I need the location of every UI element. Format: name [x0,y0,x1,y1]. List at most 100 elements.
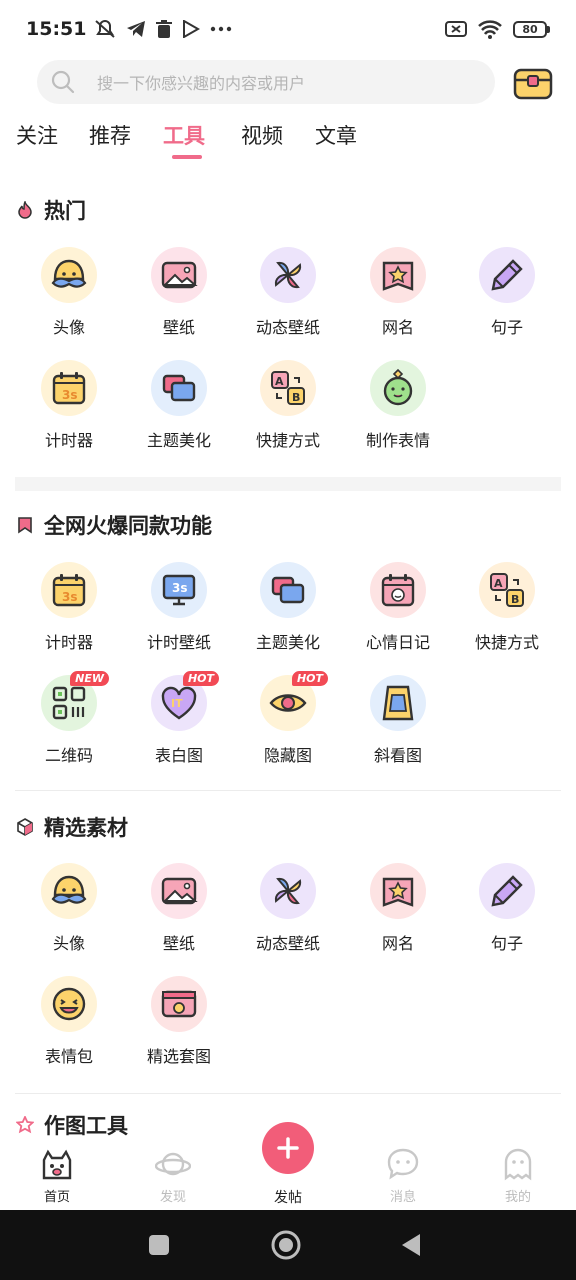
material-item-live-wallpaper[interactable]: 动态壁纸 [233,863,343,954]
tool-item-label: 心情日记 [365,633,430,652]
bookmark-icon [18,517,32,534]
nav-discover[interactable]: 发现 [133,1146,213,1205]
pinwheel-icon [274,877,302,905]
section-materials-title: 精选素材 [44,816,128,840]
material-item-avatar[interactable]: 头像 [14,863,124,954]
section-viral-header: 全网火爆同款功能 [16,510,212,540]
ab-swap-icon: AB [271,371,305,405]
svg-text:3s: 3s [172,581,188,595]
tool-item-love-image[interactable]: IT HOT 表白图 [124,671,234,766]
home-mascot-icon [42,1149,72,1180]
svg-text:IT: IT [171,697,183,710]
mute-icon [95,19,116,38]
hot-badge: HOT [291,671,328,686]
material-item-label: 动态壁纸 [255,934,320,953]
qrcode-icon [52,686,86,720]
tool-item-label: 头像 [52,318,85,337]
tool-item-shortcut[interactable]: AB 快捷方式 [233,360,343,451]
tool-item-label: 表白图 [154,746,203,765]
material-item-label: 头像 [52,934,85,953]
heart-letter-icon: IT [161,686,197,720]
tool-item-theme[interactable]: 主题美化 [233,562,343,653]
section-materials-header: 精选素材 [16,812,128,842]
mood-calendar-icon [381,574,415,607]
tool-item-sentence[interactable]: 句子 [452,247,562,338]
tab-video[interactable]: 视频 [241,120,283,150]
tool-item-label: 句子 [490,318,523,337]
tool-item-label: 主题美化 [146,431,211,450]
tab-recommend[interactable]: 推荐 [89,120,131,150]
search-row: 搜一下你感兴趣的内容或用户 [0,58,576,106]
tool-item-timer[interactable]: 3s 计时器 [14,360,124,451]
section-viral-title: 全网火爆同款功能 [44,514,212,538]
tool-item-timer-wallpaper[interactable]: 3s 计时壁纸 [124,562,234,653]
svg-text:B: B [511,593,519,606]
search-placeholder: 搜一下你感兴趣的内容或用户 [97,74,306,93]
material-item-sentence[interactable]: 句子 [452,863,562,954]
tool-item-wallpaper[interactable]: 壁纸 [124,247,234,338]
material-item-label: 壁纸 [162,934,195,953]
pencil-icon [491,259,523,291]
nav-label: 发现 [159,1190,186,1205]
star-outline-icon [16,1116,34,1134]
tool-item-label: 斜看图 [373,746,422,765]
home-circle-icon[interactable] [270,1229,302,1261]
material-item-sticker[interactable]: 表情包 [14,976,124,1067]
svg-text:A: A [494,577,503,590]
nav-home[interactable]: 首页 [17,1146,97,1205]
section-image-tools-header: 作图工具 [16,1110,128,1140]
post-button[interactable] [262,1122,314,1174]
section-image-tools-title: 作图工具 [44,1114,128,1138]
photo-frame-icon [161,990,197,1018]
cube-icon [17,818,33,836]
star-card-icon [382,261,414,291]
tool-item-timer[interactable]: 3s 计时器 [14,562,124,653]
ab-swap-icon: AB [490,573,524,607]
material-item-nickname[interactable]: 网名 [343,863,453,954]
tab-follow[interactable]: 关注 [16,120,58,150]
tool-item-avatar[interactable]: 头像 [14,247,124,338]
nav-label: 消息 [389,1190,416,1205]
tool-item-mood-diary[interactable]: 心情日记 [343,562,453,653]
section-hot-title: 热门 [44,199,86,223]
tool-item-label: 壁纸 [162,318,195,337]
picture-icon [161,261,198,289]
section-hot: 热门 头像 壁纸 动态壁纸 网名 句子 3s 计时器 主题美化 AB 快捷方式 … [0,190,576,475]
play-store-icon [183,20,201,38]
tool-item-live-wallpaper[interactable]: 动态壁纸 [233,247,343,338]
picture-icon [161,877,198,905]
tilted-card-icon [382,685,414,721]
tool-item-tilted-image[interactable]: 斜看图 [343,675,453,766]
pinwheel-icon [274,261,302,289]
tool-item-label: 制作表情 [365,431,430,450]
mustache-face-icon [51,259,87,288]
chat-bubble-icon [387,1148,419,1180]
tab-tools[interactable]: 工具 [163,120,205,150]
tool-item-qrcode[interactable]: NEW 二维码 [14,671,124,766]
tool-item-hidden-image[interactable]: HOT 隐藏图 [233,671,343,766]
tool-item-theme[interactable]: 主题美化 [124,360,234,451]
nav-messages[interactable]: 消息 [363,1146,443,1205]
material-item-wallpaper[interactable]: 壁纸 [124,863,234,954]
material-item-image-set[interactable]: 精选套图 [124,976,234,1067]
planet-icon [155,1152,191,1176]
tool-item-label: 隐藏图 [263,746,312,765]
bottom-nav: 首页 发现 发帖 消息 我的 [0,1122,576,1210]
recents-icon[interactable] [148,1234,170,1256]
search-input[interactable]: 搜一下你感兴趣的内容或用户 [37,60,495,104]
calendar-3s-icon: 3s [52,574,86,607]
hot-badge: HOT [182,671,219,686]
tool-item-label: 主题美化 [255,633,320,652]
tool-item-nickname[interactable]: 网名 [343,247,453,338]
tab-bar: 关注 推荐 工具 视频 文章 [0,112,576,164]
back-triangle-icon[interactable] [400,1232,422,1258]
tool-item-shortcut[interactable]: AB 快捷方式 [452,562,562,653]
tool-item-label: 快捷方式 [474,633,539,652]
more-dots-icon [211,26,232,32]
treasure-chest-icon[interactable] [512,62,554,102]
ghost-profile-icon [504,1148,532,1181]
tool-item-emoji-maker[interactable]: 制作表情 [343,360,453,451]
tab-article[interactable]: 文章 [315,120,357,150]
new-badge: NEW [70,671,109,686]
nav-profile[interactable]: 我的 [478,1146,558,1205]
